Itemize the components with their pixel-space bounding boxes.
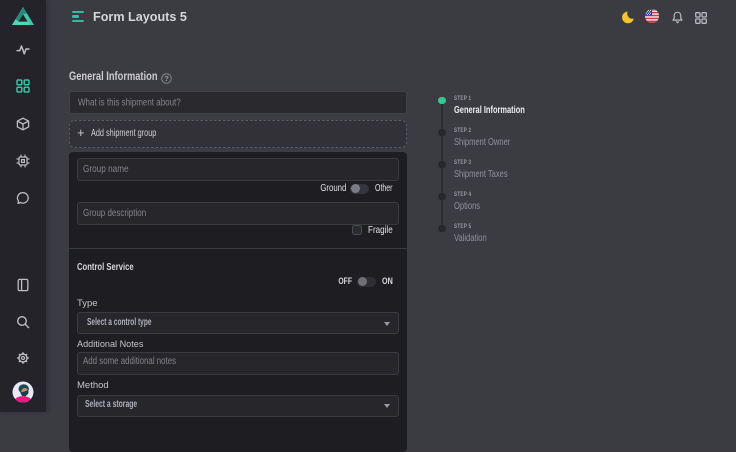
svg-text:?: ?	[164, 74, 169, 83]
